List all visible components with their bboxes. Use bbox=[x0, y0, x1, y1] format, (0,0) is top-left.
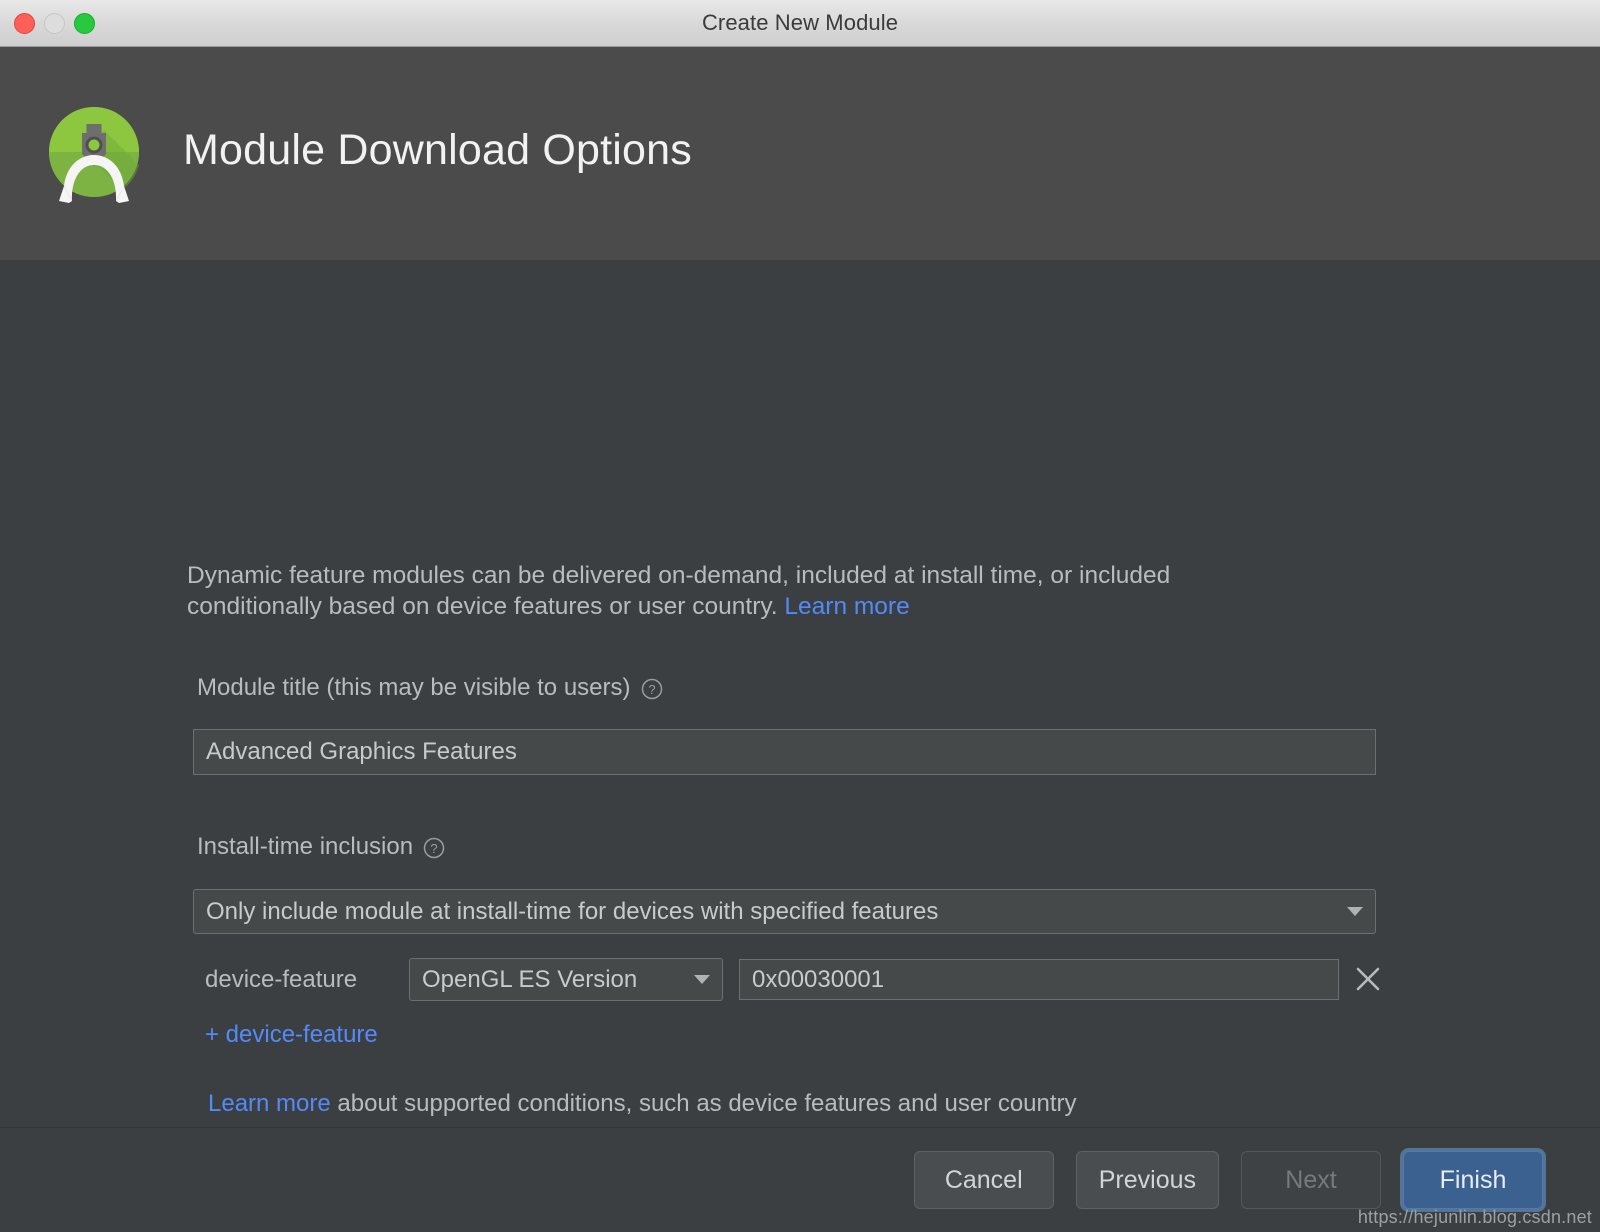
description-text: Dynamic feature modules can be delivered… bbox=[187, 560, 1297, 622]
add-device-feature-link[interactable]: + device-feature bbox=[205, 1021, 378, 1049]
module-title-input[interactable] bbox=[193, 729, 1376, 775]
dialog-footer: Cancel Previous Next Finish https://heju… bbox=[0, 1127, 1600, 1232]
svg-text:?: ? bbox=[648, 682, 655, 697]
supported-conditions-note: Learn more about supported conditions, s… bbox=[208, 1090, 1077, 1118]
maximize-window-icon[interactable] bbox=[74, 12, 95, 34]
device-feature-row-label: device-feature bbox=[205, 966, 358, 993]
device-feature-type-value: OpenGL ES Version bbox=[422, 965, 638, 993]
create-new-module-dialog: Create New Module Module Download Option… bbox=[0, 0, 1600, 1232]
install-time-inclusion-label-text: Install-time inclusion bbox=[197, 833, 414, 860]
module-title-label: Module title (this may be visible to use… bbox=[197, 674, 663, 702]
module-title-label-text: Module title (this may be visible to use… bbox=[197, 674, 631, 701]
window-titlebar: Create New Module bbox=[0, 0, 1600, 47]
svg-text:?: ? bbox=[430, 841, 437, 856]
page-title: Module Download Options bbox=[183, 126, 692, 174]
chevron-down-icon bbox=[1347, 907, 1363, 916]
finish-button[interactable]: Finish bbox=[1403, 1151, 1543, 1209]
chevron-down-icon bbox=[694, 975, 710, 984]
device-feature-type-select[interactable]: OpenGL ES Version bbox=[409, 958, 723, 1001]
remove-device-feature-button[interactable] bbox=[1351, 962, 1385, 996]
android-studio-logo-icon bbox=[42, 102, 146, 206]
window-title: Create New Module bbox=[701, 10, 899, 35]
dialog-header: Module Download Options bbox=[0, 47, 1600, 260]
window-traffic-lights bbox=[14, 0, 95, 46]
close-window-icon[interactable] bbox=[14, 12, 35, 34]
device-feature-value-input[interactable] bbox=[739, 959, 1339, 1000]
description-sentence: Dynamic feature modules can be delivered… bbox=[187, 562, 1171, 620]
help-icon[interactable]: ? bbox=[423, 837, 445, 859]
install-time-inclusion-value: Only include module at install-time for … bbox=[206, 897, 939, 925]
dialog-body: Dynamic feature modules can be delivered… bbox=[0, 260, 1600, 1127]
install-time-inclusion-select[interactable]: Only include module at install-time for … bbox=[193, 889, 1376, 934]
description-learn-more-link[interactable]: Learn more bbox=[784, 593, 909, 620]
conditions-learn-more-link[interactable]: Learn more bbox=[208, 1090, 331, 1117]
conditions-note-text: about supported conditions, such as devi… bbox=[330, 1090, 1077, 1117]
install-time-inclusion-label: Install-time inclusion ? bbox=[197, 833, 445, 861]
watermark-text: https://hejunlin.blog.csdn.net bbox=[1357, 1207, 1592, 1227]
cancel-button[interactable]: Cancel bbox=[913, 1151, 1054, 1209]
previous-button[interactable]: Previous bbox=[1075, 1151, 1219, 1209]
next-button: Next bbox=[1241, 1151, 1381, 1209]
minimize-window-icon[interactable] bbox=[44, 12, 65, 34]
help-icon[interactable]: ? bbox=[641, 678, 663, 700]
